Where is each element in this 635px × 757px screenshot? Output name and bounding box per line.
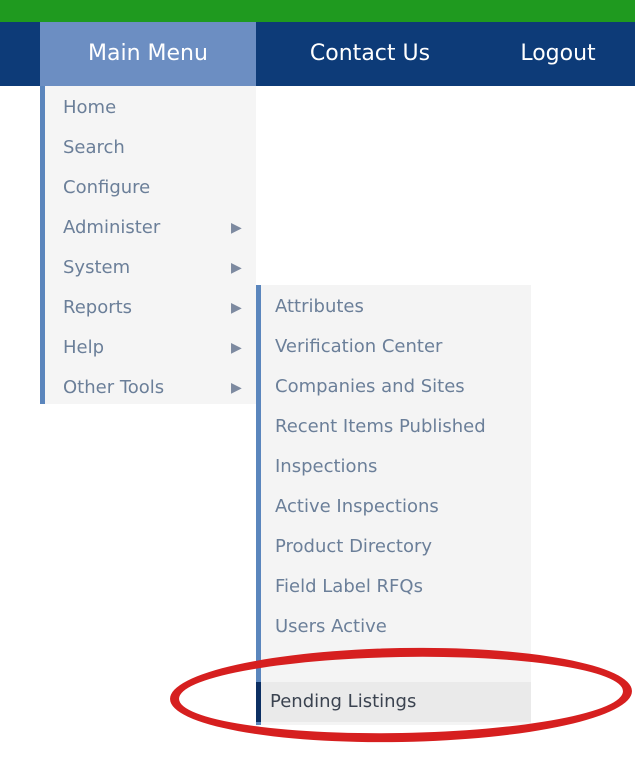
menu-item-label: Reports [63,297,133,318]
menu-item-help[interactable]: Help ▶ [63,328,243,368]
submenu-item-inspections[interactable]: Inspections [275,447,377,487]
submenu-item-pending-listings[interactable]: Pending Listings [270,682,416,722]
submenu-item-users-active[interactable]: Users Active [275,607,387,647]
top-nav-bar: Main Menu Contact Us Logout [0,22,635,86]
submenu-arrow-icon: ▶ [231,260,242,276]
menu-item-label: Help [63,337,105,358]
menu-item-home[interactable]: Home [63,88,243,128]
submenu-item-active-inspections[interactable]: Active Inspections [275,487,439,527]
submenu-item-verification-center[interactable]: Verification Center [275,327,442,367]
submenu-item-recent-items-published[interactable]: Recent Items Published [275,407,486,447]
reports-submenu: Attributes Verification Center Companies… [256,285,531,725]
submenu-item-attributes[interactable]: Attributes [275,287,364,327]
menu-item-other-tools[interactable]: Other Tools ▶ [63,368,243,408]
submenu-item-field-label-rfqs[interactable]: Field Label RFQs [275,567,423,607]
menu-item-label: Configure [63,177,151,198]
menu-item-label: Administer [63,217,161,238]
nav-main-menu[interactable]: Main Menu [40,22,256,86]
main-menu-dropdown: Home Search Configure Administer ▶ Syste… [40,86,256,404]
menu-item-label: Other Tools [63,377,165,398]
nav-contact-us[interactable]: Contact Us [290,22,450,86]
menu-item-configure[interactable]: Configure [63,168,243,208]
top-banner [0,0,635,22]
submenu-item-pending-listings-row[interactable]: Pending Listings [256,682,531,722]
submenu-arrow-icon: ▶ [231,220,242,236]
submenu-item-companies-and-sites[interactable]: Companies and Sites [275,367,465,407]
menu-item-label: Search [63,137,125,158]
menu-item-administer[interactable]: Administer ▶ [63,208,243,248]
submenu-item-product-directory[interactable]: Product Directory [275,527,432,567]
submenu-arrow-icon: ▶ [231,340,242,356]
menu-item-reports[interactable]: Reports ▶ [63,288,243,328]
nav-logout[interactable]: Logout [492,22,624,86]
menu-item-label: System [63,257,131,278]
submenu-arrow-icon: ▶ [231,300,242,316]
menu-item-label: Home [63,97,117,118]
submenu-arrow-icon: ▶ [231,380,242,396]
menu-item-search[interactable]: Search [63,128,243,168]
menu-item-system[interactable]: System ▶ [63,248,243,288]
